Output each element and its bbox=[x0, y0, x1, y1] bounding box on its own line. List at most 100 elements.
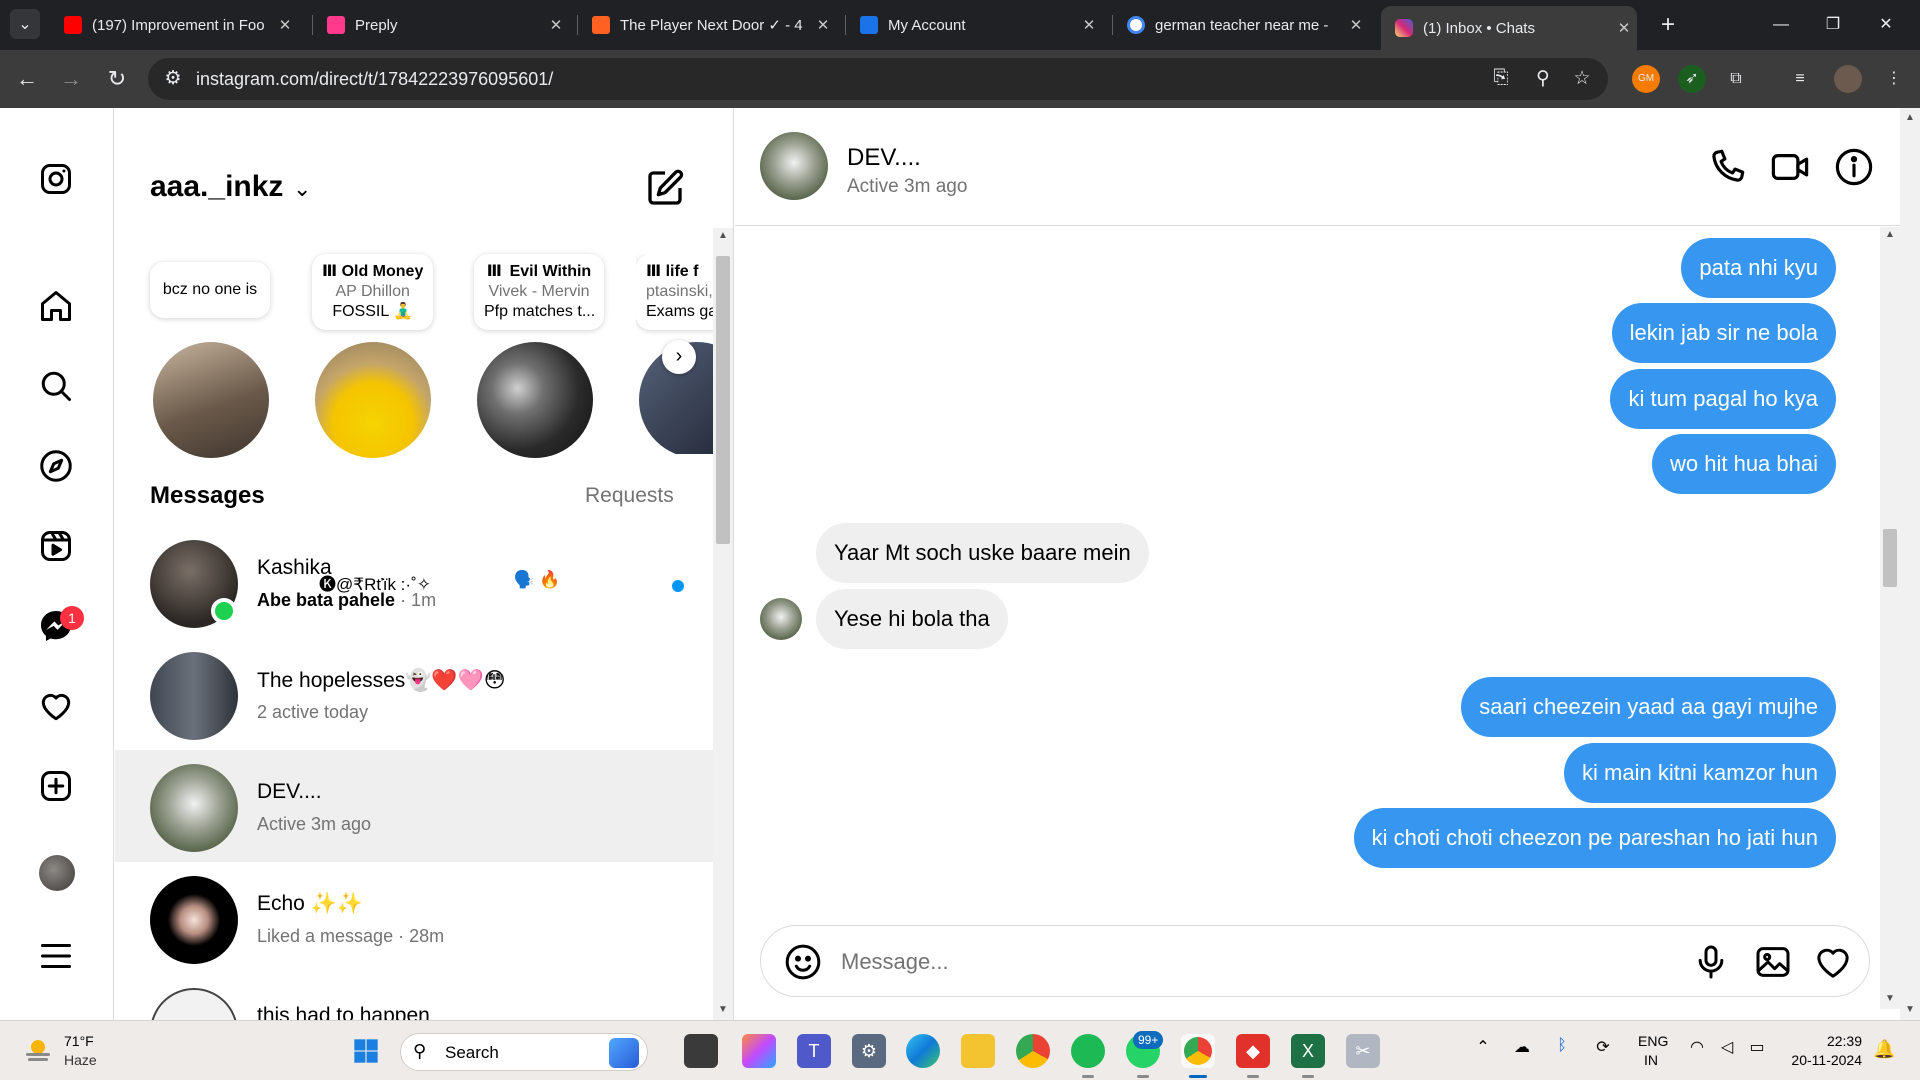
weather-description[interactable]: Haze bbox=[64, 1052, 97, 1068]
copilot-icon[interactable] bbox=[742, 1034, 776, 1068]
scroll-up-arrow-icon[interactable]: ▲ bbox=[1880, 229, 1900, 240]
settings-icon[interactable]: ⚙ bbox=[852, 1034, 886, 1068]
restore-icon[interactable]: ❐ bbox=[1813, 10, 1853, 40]
tab-search-chevron-icon[interactable]: ⌄ bbox=[10, 9, 40, 39]
url-text[interactable]: instagram.com/direct/t/17842223976095601… bbox=[196, 69, 553, 90]
heart-icon[interactable] bbox=[36, 686, 76, 726]
tab-instagram-inbox[interactable]: (1) Inbox • Chats ✕ bbox=[1381, 6, 1637, 50]
close-tab-icon[interactable]: ✕ bbox=[543, 16, 569, 34]
minimize-icon[interactable]: — bbox=[1761, 10, 1801, 40]
requests-link[interactable]: Requests bbox=[585, 484, 674, 508]
clock-time[interactable]: 22:39 bbox=[1784, 1033, 1862, 1049]
heart-icon[interactable] bbox=[1813, 942, 1853, 982]
microphone-icon[interactable] bbox=[1691, 942, 1731, 982]
new-message-icon[interactable] bbox=[645, 168, 685, 208]
scroll-down-arrow-icon[interactable]: ▼ bbox=[1900, 1004, 1920, 1015]
sync-icon[interactable]: ⟳ bbox=[1589, 1037, 1617, 1057]
thread-scrollbar[interactable]: ▲ ▼ bbox=[1880, 227, 1900, 1009]
language-region[interactable]: IN bbox=[1644, 1052, 1658, 1068]
scroll-up-arrow-icon[interactable]: ▲ bbox=[1900, 112, 1920, 123]
tab-google[interactable]: german teacher near me - ✕ bbox=[1113, 8, 1369, 42]
chat-title[interactable]: DEV.... bbox=[847, 144, 921, 172]
message-input[interactable] bbox=[841, 942, 1661, 982]
account-switcher[interactable]: aaa._inkz bbox=[150, 170, 283, 204]
clock-date[interactable]: 20-11-2024 bbox=[1784, 1052, 1862, 1068]
notifications-bell-icon[interactable]: 🔔 bbox=[1873, 1039, 1895, 1060]
avatar[interactable] bbox=[760, 132, 828, 200]
phone-icon[interactable] bbox=[1706, 146, 1748, 188]
explore-icon[interactable] bbox=[36, 446, 76, 486]
note-item[interactable]: bcz no one is Kazu bbox=[150, 254, 280, 589]
weather-temperature[interactable]: 71°F bbox=[64, 1033, 94, 1049]
message-bubble-incoming[interactable]: Yaar Mt soch uske baare mein bbox=[816, 523, 1149, 583]
close-tab-icon[interactable]: ✕ bbox=[1076, 16, 1102, 34]
reels-icon[interactable] bbox=[36, 526, 76, 566]
wifi-icon[interactable]: ◠ bbox=[1683, 1037, 1711, 1057]
language-indicator[interactable]: ENG bbox=[1638, 1033, 1668, 1049]
note-item[interactable]: Ⅲ Evil Within Vivek - Mervin Pfp matches… bbox=[474, 254, 604, 589]
message-bubble-outgoing[interactable]: wo hit hua bhai bbox=[1652, 434, 1836, 494]
chrome-icon[interactable] bbox=[1016, 1034, 1050, 1068]
message-bubble-incoming[interactable]: Yese hi bola tha bbox=[816, 589, 1008, 649]
chevron-down-icon[interactable]: ⌄ bbox=[293, 176, 311, 202]
scroll-down-arrow-icon[interactable]: ▼ bbox=[713, 1004, 733, 1015]
message-bubble-outgoing[interactable]: ki main kitni kamzor hun bbox=[1564, 743, 1836, 803]
windows-start-icon[interactable] bbox=[349, 1034, 383, 1068]
reload-icon[interactable]: ↻ bbox=[102, 64, 132, 94]
extensions-puzzle-icon[interactable]: ⧉ bbox=[1722, 65, 1750, 93]
conversation-row[interactable]: this had to happen bbox=[115, 974, 713, 1020]
search-icon[interactable] bbox=[36, 366, 76, 406]
taskbar-search[interactable]: ⚲ Search bbox=[400, 1033, 648, 1071]
conversation-row[interactable]: Echo ✨✨ Liked a message · 28m bbox=[115, 862, 713, 974]
video-call-icon[interactable] bbox=[1769, 146, 1811, 188]
scroll-down-arrow-icon[interactable]: ▼ bbox=[1880, 993, 1900, 1004]
weather-haze-icon[interactable] bbox=[22, 1035, 54, 1067]
note-item[interactable]: Ⅲ Old Money AP Dhillon FOSSIL 🧘‍♂️ 🅚@₹Rť… bbox=[312, 254, 442, 594]
install-app-icon[interactable]: ⎘ bbox=[1488, 67, 1514, 89]
edge-icon[interactable] bbox=[906, 1034, 940, 1068]
site-settings-icon[interactable]: ⚙ bbox=[160, 67, 186, 90]
home-icon[interactable] bbox=[36, 286, 76, 326]
battery-icon[interactable]: ▭ bbox=[1743, 1037, 1771, 1057]
message-bubble-outgoing[interactable]: lekin jab sir ne bola bbox=[1611, 303, 1836, 363]
sender-avatar[interactable] bbox=[760, 598, 802, 640]
chevron-up-icon[interactable]: ⌃ bbox=[1469, 1037, 1497, 1057]
tab-my-account[interactable]: My Account ✕ bbox=[846, 8, 1102, 42]
image-icon[interactable] bbox=[1753, 942, 1793, 982]
conversation-scrollbar[interactable]: ▲ ▼ bbox=[713, 228, 733, 1020]
bookmark-star-icon[interactable]: ☆ bbox=[1569, 67, 1595, 90]
anydesk-icon[interactable]: ◆ bbox=[1236, 1034, 1270, 1068]
scrollbar-thumb[interactable] bbox=[716, 256, 730, 544]
info-icon[interactable] bbox=[1833, 146, 1875, 188]
file-explorer-icon[interactable] bbox=[961, 1034, 995, 1068]
volume-icon[interactable]: ◁ bbox=[1713, 1037, 1741, 1057]
teams-icon[interactable]: T bbox=[797, 1034, 831, 1068]
conversation-row[interactable]: The hopelesses👻❤️🩷😳 2 active today bbox=[115, 638, 713, 750]
message-bubble-outgoing[interactable]: ki choti choti cheezon pe pareshan ho ja… bbox=[1353, 808, 1836, 868]
emoji-icon[interactable] bbox=[783, 942, 823, 982]
address-bar[interactable]: ⚙ instagram.com/direct/t/178422239760956… bbox=[148, 58, 1608, 100]
excel-icon[interactable]: X bbox=[1291, 1034, 1325, 1068]
chevron-right-icon[interactable]: › bbox=[662, 340, 696, 374]
profile-avatar[interactable] bbox=[1834, 65, 1862, 93]
tab-youtube[interactable]: (197) Improvement in Foo ✕ bbox=[50, 8, 298, 42]
spotify-icon[interactable] bbox=[1071, 1034, 1105, 1068]
page-scrollbar[interactable]: ▲ ▼ bbox=[1900, 108, 1920, 1020]
extension-gm-icon[interactable]: GM bbox=[1632, 65, 1660, 93]
media-controls-icon[interactable]: ≡ bbox=[1786, 65, 1814, 93]
scroll-up-arrow-icon[interactable]: ▲ bbox=[713, 230, 733, 241]
tab-preply[interactable]: Preply ✕ bbox=[313, 8, 569, 42]
close-window-icon[interactable]: ✕ bbox=[1866, 10, 1906, 40]
close-tab-icon[interactable]: ✕ bbox=[1611, 19, 1637, 37]
profile-avatar[interactable] bbox=[39, 855, 75, 891]
extension-rocket-icon[interactable]: ➶ bbox=[1678, 65, 1706, 93]
menu-icon[interactable] bbox=[36, 936, 76, 976]
new-tab-button[interactable]: + bbox=[1653, 10, 1683, 40]
message-bubble-outgoing[interactable]: saari cheezein yaad aa gayi mujhe bbox=[1461, 677, 1836, 737]
browser-menu-icon[interactable]: ⋮ bbox=[1880, 65, 1908, 93]
tab-wattpad[interactable]: The Player Next Door ✓ - 4 ✕ bbox=[578, 8, 836, 42]
close-tab-icon[interactable]: ✕ bbox=[1343, 16, 1369, 34]
onedrive-cloud-icon[interactable]: ☁ bbox=[1508, 1037, 1536, 1057]
create-icon[interactable] bbox=[36, 766, 76, 806]
conversation-row[interactable]: DEV.... Active 3m ago bbox=[115, 750, 713, 862]
